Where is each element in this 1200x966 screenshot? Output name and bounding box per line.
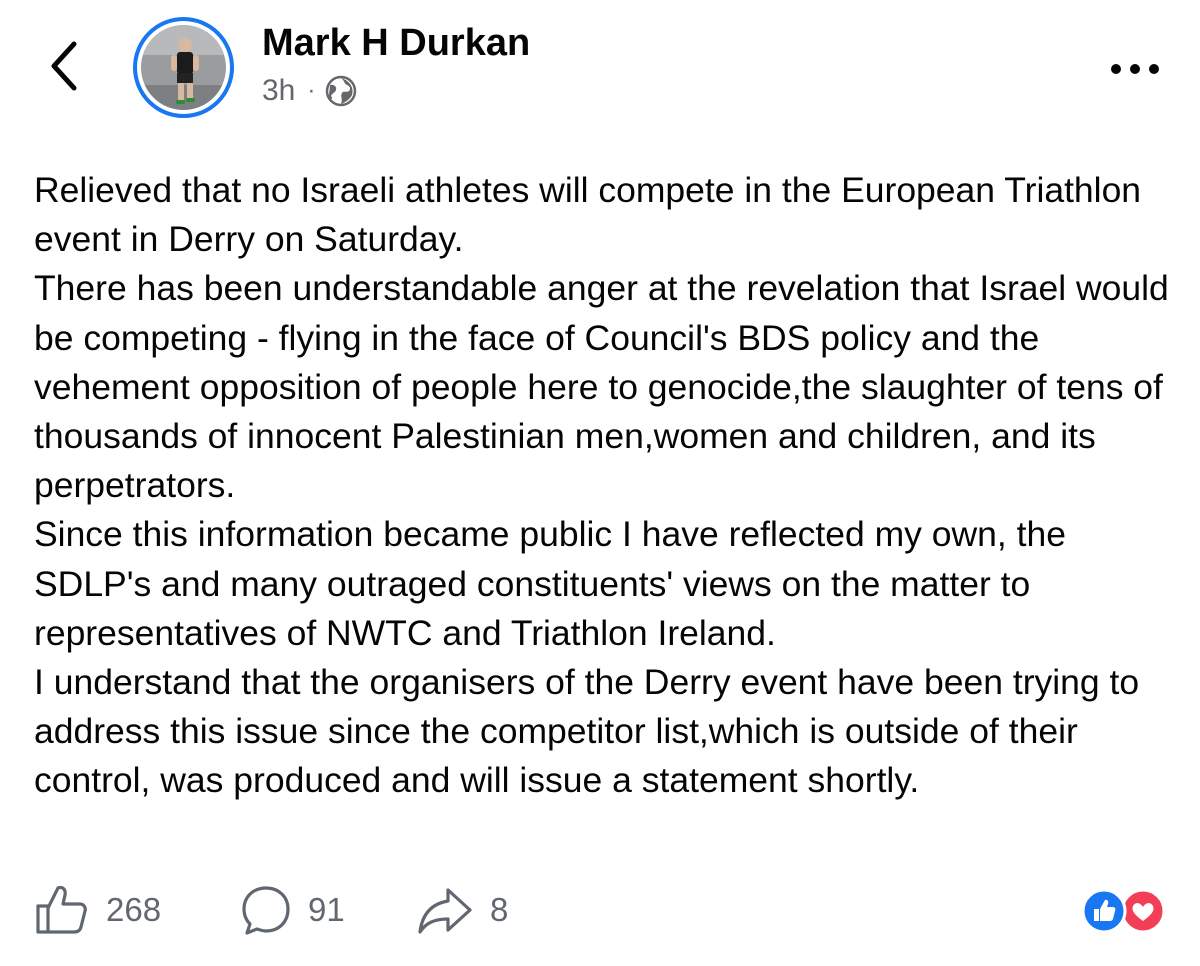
share-arrow-icon <box>418 888 472 934</box>
comment-bubble-icon <box>242 886 290 935</box>
post-paragraph: I understand that the organisers of the … <box>34 662 1140 801</box>
more-horizontal-icon <box>1111 64 1159 74</box>
meta-separator: · <box>307 77 316 104</box>
author-avatar-button[interactable] <box>133 17 234 118</box>
like-reaction-icon <box>1081 888 1127 934</box>
reactions-summary[interactable] <box>1080 888 1170 934</box>
share-button[interactable]: 8 <box>416 878 508 942</box>
share-count: 8 <box>490 891 509 928</box>
comment-button[interactable]: 91 <box>240 878 345 942</box>
thumbs-up-icon <box>36 885 87 934</box>
globe-icon[interactable] <box>325 75 357 107</box>
more-options-button[interactable] <box>1108 58 1162 80</box>
like-count: 268 <box>106 891 162 928</box>
post-body: Relieved that no Israeli athletes will c… <box>34 166 1174 806</box>
like-button[interactable]: 268 <box>34 878 161 942</box>
chevron-left-icon <box>51 41 77 91</box>
author-name[interactable]: Mark H Durkan <box>262 22 530 65</box>
post-meta: 3h · <box>262 74 357 108</box>
post-paragraph: There has been understandable anger at t… <box>34 268 1169 506</box>
avatar <box>141 25 226 110</box>
love-reaction-icon <box>1120 888 1166 934</box>
post-paragraph: Since this information became public I h… <box>34 514 1066 653</box>
post-paragraph: Relieved that no Israeli athletes will c… <box>34 170 1142 260</box>
comment-count: 91 <box>308 891 345 928</box>
back-button[interactable] <box>44 38 84 94</box>
action-bar: 268 91 8 <box>0 878 1200 942</box>
post-timestamp[interactable]: 3h <box>262 74 295 108</box>
